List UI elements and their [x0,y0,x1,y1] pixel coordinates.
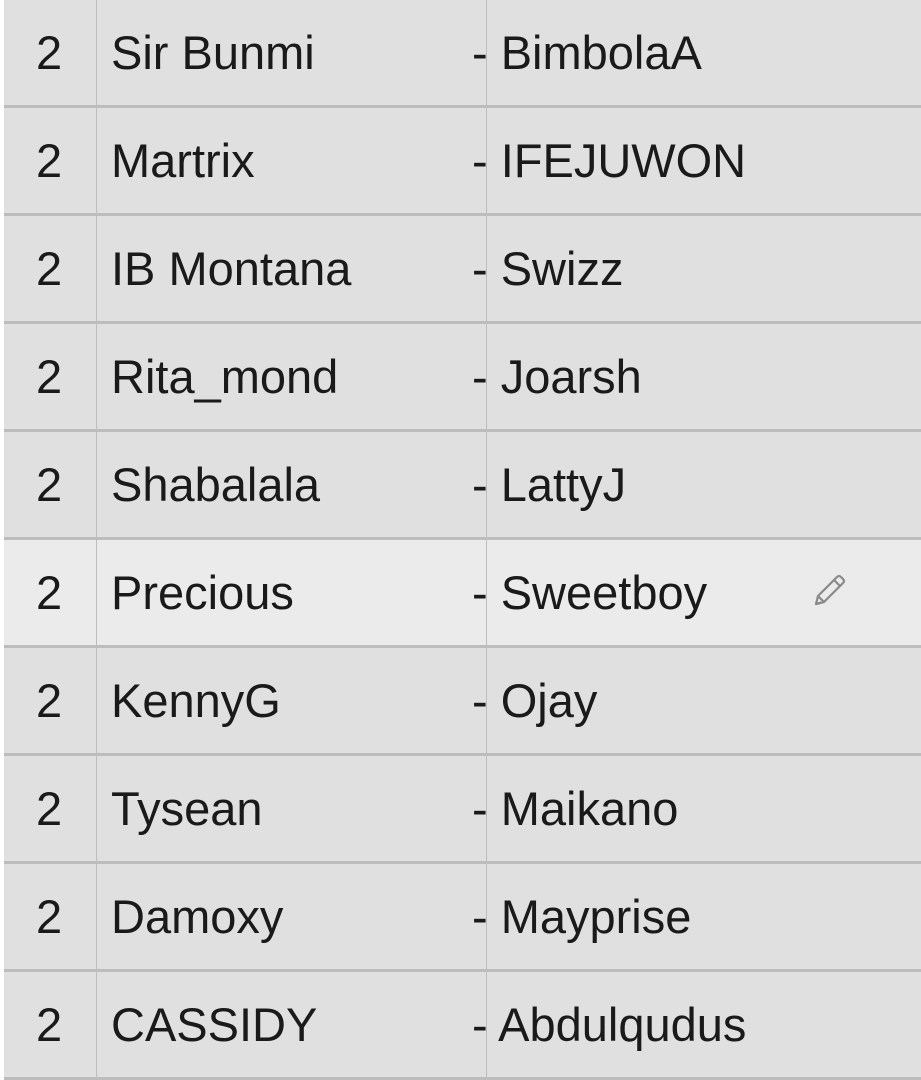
match-text: - Ojay [472,674,598,727]
match-cell: - Ojay [472,648,921,753]
match-cell: - Maikano [472,756,921,861]
match-cell: - IFEJUWON [472,108,921,213]
table-row[interactable]: 2 Tysean - Maikano [4,756,921,861]
pencil-icon[interactable] [806,570,850,614]
count-cell: 2 [4,0,96,105]
match-text: - BimbolaA [472,26,702,79]
table-row[interactable]: 2 Sir Bunmi - BimbolaA [4,0,921,105]
table-row[interactable]: 2 KennyG - Ojay [4,648,921,753]
match-cell: - Mayprise [472,864,921,969]
table-row[interactable]: 2 Damoxy - Mayprise [4,864,921,969]
table-row-selected[interactable]: 2 Precious - Sweetboy [4,540,921,645]
table-row[interactable]: 2 Shabalala - LattyJ [4,432,921,537]
match-text: - Maikano [472,782,679,835]
count-cell: 2 [4,756,96,861]
match-cell: - Abdulqudus [472,972,921,1077]
name-cell: Damoxy [97,864,486,969]
match-cell: - LattyJ [472,432,921,537]
match-text: - IFEJUWON [472,134,747,187]
name-cell: Rita_mond [97,324,486,429]
count-cell: 2 [4,648,96,753]
pairing-table: 2 Sir Bunmi - BimbolaA 2 Martrix - IFEJU… [4,0,921,1080]
match-text: - Sweetboy [472,566,708,619]
name-cell: CASSIDY [97,972,486,1077]
table-row[interactable]: 2 CASSIDY - Abdulqudus [4,972,921,1077]
name-cell: Martrix [97,108,486,213]
name-cell: Shabalala [97,432,486,537]
match-text: - Mayprise [472,890,692,943]
table-row[interactable]: 2 Rita_mond - Joarsh [4,324,921,429]
count-cell: 2 [4,864,96,969]
match-text: - Swizz [472,242,624,295]
count-cell: 2 [4,972,96,1077]
name-cell: Tysean [97,756,486,861]
match-cell: - Swizz [472,216,921,321]
count-cell: 2 [4,216,96,321]
match-cell: - Joarsh [472,324,921,429]
table-row[interactable]: 2 Martrix - IFEJUWON [4,108,921,213]
match-cell: - Sweetboy [472,540,921,645]
match-text: - LattyJ [472,458,627,511]
count-cell: 2 [4,540,96,645]
count-cell: 2 [4,432,96,537]
match-text: - Abdulqudus [472,998,747,1051]
table-row[interactable]: 2 IB Montana - Swizz [4,216,921,321]
match-cell: - BimbolaA [472,0,921,105]
count-cell: 2 [4,324,96,429]
name-cell: Precious [97,540,486,645]
name-cell: IB Montana [97,216,486,321]
name-cell: KennyG [97,648,486,753]
count-cell: 2 [4,108,96,213]
match-text: - Joarsh [472,350,642,403]
name-cell: Sir Bunmi [97,0,486,105]
